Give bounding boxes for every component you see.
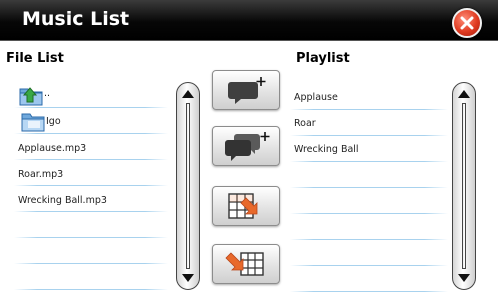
file-list-item[interactable]: Wrecking Ball.mp3: [14, 186, 168, 212]
scroll-down-icon[interactable]: [457, 273, 471, 283]
file-list-header: File List: [6, 51, 64, 66]
file-list-item[interactable]: ..: [14, 82, 168, 108]
playlist-item[interactable]: Roar: [290, 110, 448, 136]
scroll-down-icon[interactable]: [181, 273, 195, 283]
speech-bubbles-plus-icon: [225, 132, 270, 161]
playlist-item[interactable]: Wrecking Ball: [290, 136, 448, 162]
folder-up-icon: [19, 87, 43, 106]
add-one-button[interactable]: [212, 70, 280, 110]
table-arrow-right-icon: [228, 193, 258, 219]
playlist-item[interactable]: Applause: [290, 84, 448, 110]
playlist-item[interactable]: [290, 266, 448, 292]
file-list-item[interactable]: [14, 212, 168, 238]
file-list-scrollbar[interactable]: [176, 82, 200, 290]
file-list-item[interactable]: Igo: [14, 108, 168, 134]
table-arrow-left-icon: [225, 252, 264, 276]
playlist-scrollbar[interactable]: [452, 82, 476, 290]
close-button[interactable]: [452, 8, 482, 38]
playlist: Applause Roar Wrecking Ball: [290, 84, 448, 292]
close-icon: [460, 16, 474, 30]
scroll-up-icon[interactable]: [457, 89, 471, 99]
speech-bubble-plus-icon: [228, 77, 266, 104]
playlist-item[interactable]: [290, 240, 448, 266]
remove-one-button[interactable]: [212, 186, 280, 226]
scroll-track[interactable]: [462, 103, 466, 269]
folder-icon: [21, 113, 45, 132]
playlist-item[interactable]: [290, 162, 448, 188]
file-list: .. Igo Applause.mp3 Roar.mp3 Wrecking Ba…: [14, 82, 168, 290]
playlist-item[interactable]: [290, 214, 448, 240]
file-list-item-label: ..: [44, 88, 51, 99]
file-list-item-label: Applause.mp3: [18, 143, 87, 154]
playlist-item-label: Roar: [294, 118, 316, 129]
file-list-item[interactable]: [14, 264, 168, 290]
file-list-item-label: Igo: [46, 116, 61, 127]
file-list-item[interactable]: Roar.mp3: [14, 160, 168, 186]
file-list-item[interactable]: [14, 238, 168, 264]
remove-all-button[interactable]: [212, 244, 280, 284]
add-all-button[interactable]: [212, 126, 280, 166]
divider: [290, 291, 448, 292]
window-title: Music List: [22, 8, 130, 30]
title-bar: Music List: [0, 0, 498, 41]
file-list-item[interactable]: Applause.mp3: [14, 134, 168, 160]
divider: [14, 289, 168, 290]
scroll-up-icon[interactable]: [181, 89, 195, 99]
playlist-item-label: Applause: [294, 92, 338, 103]
playlist-item[interactable]: [290, 188, 448, 214]
file-list-item-label: Wrecking Ball.mp3: [18, 195, 107, 206]
playlist-item-label: Wrecking Ball: [294, 144, 359, 155]
file-list-item-label: Roar.mp3: [18, 169, 64, 180]
playlist-header: Playlist: [296, 51, 350, 66]
scroll-track[interactable]: [186, 103, 190, 269]
